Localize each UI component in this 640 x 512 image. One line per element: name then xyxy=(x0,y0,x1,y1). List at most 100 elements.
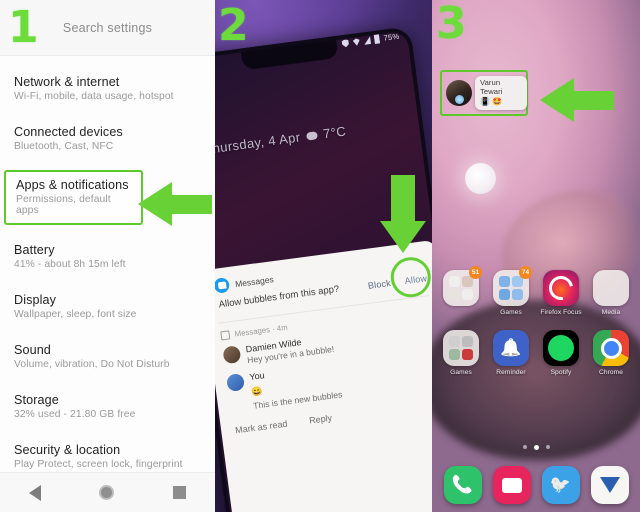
chat-sender: You xyxy=(248,370,266,383)
chat-head-bubble[interactable]: Varun Tewari 📳 🤩 xyxy=(440,70,528,116)
annotation-arrow-left-icon xyxy=(540,78,614,122)
panel-settings: 1 Search settings Network & internet Wi-… xyxy=(0,0,215,512)
circle-home-icon[interactable] xyxy=(99,485,115,500)
search-input[interactable]: Search settings xyxy=(63,21,152,35)
avatar xyxy=(225,372,246,393)
folder-icon xyxy=(593,270,629,306)
avatar xyxy=(222,345,242,365)
annotation-arrow-down-icon xyxy=(380,175,426,253)
annotation-arrow-left-icon xyxy=(138,182,212,226)
panel-number-1: 1 xyxy=(8,2,39,53)
settings-item-subtitle: Play Protect, screen lock, fingerprint xyxy=(14,459,183,470)
sidebar-item-display[interactable]: Display Wallpaper, sleep, font size xyxy=(0,288,215,325)
bell-icon xyxy=(493,330,529,366)
settings-item-title: Storage xyxy=(14,393,59,407)
avatar[interactable] xyxy=(446,80,472,106)
app-icon-chrome[interactable]: Chrome xyxy=(589,330,633,376)
app-icon-firefox-focus[interactable]: Firefox Focus xyxy=(539,270,583,316)
lockscreen-weather: 7°C xyxy=(322,123,347,142)
page-dot[interactable] xyxy=(522,445,527,449)
sidebar-item-apps-notifications[interactable]: Apps & notifications Permissions, defaul… xyxy=(4,170,143,225)
settings-item-subtitle: Volume, vibration, Do Not Disturb xyxy=(14,359,170,370)
settings-item-title: Connected devices xyxy=(14,125,123,139)
folder-icon xyxy=(443,330,479,366)
panel-home-screen: 3 Varun Tewari 📳 🤩 51 74 Games Firefox F… xyxy=(432,0,640,512)
badge-count: 74 xyxy=(519,266,532,279)
settings-item-title: Display xyxy=(14,293,56,307)
settings-item-subtitle: Wallpaper, sleep, font size xyxy=(14,309,137,320)
lockscreen-date: Thursday, 4 Apr xyxy=(215,129,302,158)
photographed-phone: 75% Thursday, 4 Apr 7°C Messages Allow b… xyxy=(215,26,432,512)
mark-as-read-button[interactable]: Mark as read xyxy=(235,419,288,436)
sidebar-item-storage[interactable]: Storage 32% used - 21.80 GB free xyxy=(0,388,215,425)
battery-icon xyxy=(374,34,381,44)
app-label: Firefox Focus xyxy=(540,309,582,316)
app-icon-games-folder[interactable]: 74 Games xyxy=(489,266,533,316)
app-label: Games xyxy=(500,309,522,316)
chat-emoji: 😄 xyxy=(250,385,264,397)
reply-button[interactable]: Reply xyxy=(309,413,333,426)
page-dot[interactable] xyxy=(545,445,550,449)
messages-thread-icon xyxy=(220,330,231,341)
square-recents-icon[interactable] xyxy=(172,486,186,499)
notification-app-name: Messages xyxy=(234,273,275,289)
panel-bubbles-permission: 2 75% Thursday, 4 Apr 7°C Messages Allow… xyxy=(215,0,432,512)
sidebar-item-battery[interactable]: Battery 41% - about 8h 15m left xyxy=(0,238,215,275)
navigation-icon[interactable] xyxy=(590,466,629,504)
app-icon-media-folder[interactable]: Media xyxy=(589,270,633,316)
page-indicator-dots xyxy=(432,445,640,450)
phone-notch xyxy=(240,35,339,71)
app-label: Reminder xyxy=(496,369,526,376)
chrome-icon xyxy=(593,330,629,366)
app-icon-reminder[interactable]: Reminder xyxy=(489,330,533,376)
app-grid: 51 74 Games Firefox Focus Media Games 🔔 … xyxy=(432,266,640,376)
sidebar-item-connected-devices[interactable]: Connected devices Bluetooth, Cast, NFC xyxy=(0,120,215,157)
bubble-message-emoji: 📳 🤩 xyxy=(480,97,503,106)
panel-number-2: 2 xyxy=(218,0,249,51)
bubble-preview-card[interactable]: Varun Tewari 📳 🤩 xyxy=(475,76,527,110)
page-dot-active[interactable] xyxy=(533,445,539,450)
lockscreen-date-weather: Thursday, 4 Apr 7°C xyxy=(215,123,347,157)
bubbles-permission-notification[interactable]: Messages Allow bubbles from this app? Bl… xyxy=(215,251,432,310)
messages-icon xyxy=(215,277,231,294)
phone-icon[interactable] xyxy=(443,466,482,504)
sidebar-item-security-location[interactable]: Security & location Play Protect, screen… xyxy=(0,438,215,475)
signal-icon xyxy=(363,36,371,45)
panel-number-3: 3 xyxy=(436,0,467,49)
battery-percent: 75% xyxy=(383,31,400,43)
firefox-icon xyxy=(543,270,579,306)
shield-icon xyxy=(342,39,350,48)
moon-icon xyxy=(465,163,496,194)
settings-item-subtitle: Bluetooth, Cast, NFC xyxy=(14,141,114,152)
app-row: 51 74 Games Firefox Focus Media xyxy=(432,266,640,316)
conversation-notification[interactable]: Messages · 4m Damien Wilde Hey you're in… xyxy=(220,304,432,436)
app-label: Media xyxy=(601,309,621,316)
chat-text: This is the new bubbles xyxy=(252,389,343,411)
settings-item-title: Battery xyxy=(14,243,55,257)
conversation-header-text: Messages · 4m xyxy=(234,322,289,339)
app-icon-folder-1[interactable]: 51 xyxy=(439,266,483,309)
camera-icon[interactable] xyxy=(492,466,531,504)
settings-item-title: Sound xyxy=(14,343,51,357)
android-navbar xyxy=(0,472,215,512)
app-label: Spotify xyxy=(550,369,572,376)
status-bar: 75% xyxy=(342,32,400,48)
sidebar-item-network-internet[interactable]: Network & internet Wi-Fi, mobile, data u… xyxy=(0,70,215,107)
settings-item-subtitle: 41% - about 8h 15m left xyxy=(14,259,126,270)
cloud-icon xyxy=(305,130,318,141)
app-label: Chrome xyxy=(598,369,624,376)
settings-list: Network & internet Wi-Fi, mobile, data u… xyxy=(0,56,215,512)
settings-item-subtitle: Wi-Fi, mobile, data usage, hotspot xyxy=(14,91,174,102)
spotify-icon xyxy=(543,330,579,366)
app-icon-games-folder-2[interactable]: Games xyxy=(439,330,483,376)
triangle-back-icon[interactable] xyxy=(29,484,42,501)
folder-icon: 74 xyxy=(493,266,532,306)
twitter-icon[interactable] xyxy=(541,466,580,504)
block-button[interactable]: Block xyxy=(367,278,391,291)
bubble-contact-name: Varun Tewari xyxy=(480,78,503,96)
three-panel-tutorial-image: 1 Search settings Network & internet Wi-… xyxy=(0,0,640,512)
home-dock xyxy=(432,466,640,504)
app-icon-spotify[interactable]: Spotify xyxy=(539,330,583,376)
sidebar-item-sound[interactable]: Sound Volume, vibration, Do Not Disturb xyxy=(0,338,215,375)
settings-item-title: Security & location xyxy=(14,443,121,457)
